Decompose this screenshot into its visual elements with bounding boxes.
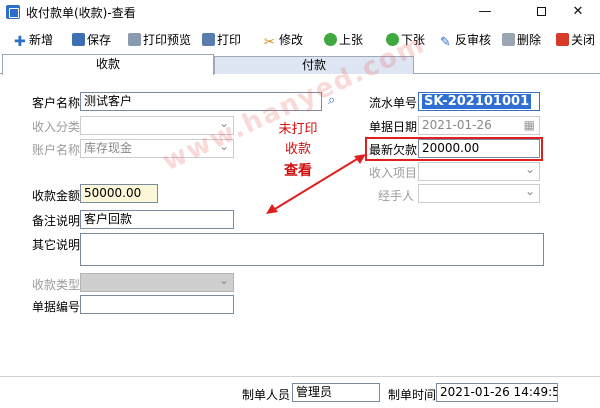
- doc-no-field[interactable]: [80, 295, 234, 314]
- delete-button[interactable]: 删除: [502, 28, 541, 52]
- prev-button[interactable]: 上张: [324, 28, 363, 52]
- doc-date-value: 2021-01-26: [422, 118, 492, 132]
- print-preview-label: 打印预览: [143, 33, 192, 47]
- close-button[interactable]: 关闭: [556, 28, 595, 52]
- receipt-type-select[interactable]: [80, 273, 234, 292]
- serial-field[interactable]: SK-202101001: [418, 92, 540, 111]
- calendar-icon[interactable]: ▦: [524, 118, 535, 133]
- income-category-label: 收入分类: [32, 120, 81, 134]
- maximize-icon: [536, 7, 546, 16]
- edit-button[interactable]: ✂ 修改: [264, 28, 303, 52]
- print-label: 打印: [217, 33, 242, 47]
- close-label: 关闭: [571, 33, 596, 47]
- unapprove-icon: ✎: [440, 35, 451, 50]
- income-item-select[interactable]: [418, 162, 540, 181]
- window-title: 收付款单(收款)-查看: [26, 6, 136, 20]
- close-icon: [556, 33, 569, 46]
- created-time-field[interactable]: 2021-01-26 14:49:56: [436, 383, 558, 402]
- new-button[interactable]: ✚ 新增: [14, 28, 53, 52]
- print-preview-icon: [128, 33, 141, 46]
- doc-date-field[interactable]: 2021-01-26 ▦: [418, 116, 540, 135]
- trash-icon: [502, 33, 515, 46]
- prev-label: 上张: [339, 33, 364, 47]
- minimize-button[interactable]: —: [462, 0, 508, 24]
- annotation-arrow-icon: [266, 154, 366, 214]
- edit-icon: ✂: [264, 35, 275, 50]
- amount-label: 收款金额: [32, 189, 81, 203]
- account-label: 账户名称: [32, 143, 81, 157]
- print-preview-button[interactable]: 打印预览: [128, 28, 191, 52]
- doc-no-label: 单据编号: [32, 300, 81, 314]
- arrow-up-icon: [324, 33, 337, 46]
- toolbar: ✚ 新增 保存 打印预览 打印 ✂ 修改 上张 下张 ✎ 反审核 删除 关闭: [0, 28, 600, 52]
- new-label: 新增: [29, 33, 54, 47]
- edit-label: 修改: [279, 33, 304, 47]
- save-label: 保存: [87, 33, 112, 47]
- amount-field[interactable]: 50000.00: [80, 184, 158, 203]
- unapprove-button[interactable]: ✎ 反审核: [440, 28, 491, 52]
- latest-debt-label: 最新欠款: [369, 143, 418, 157]
- printer-icon: [202, 33, 215, 46]
- other-label: 其它说明: [32, 238, 81, 252]
- print-button[interactable]: 打印: [202, 28, 241, 52]
- unapprove-label: 反审核: [455, 33, 492, 47]
- title-bar: 收付款单(收款)-查看 — ✕: [0, 0, 600, 24]
- close-window-button[interactable]: ✕: [556, 0, 600, 24]
- receipt-type-label: 收款类型: [32, 278, 81, 292]
- serial-label: 流水单号: [369, 96, 418, 110]
- handler-select[interactable]: [418, 184, 540, 203]
- created-time-label: 制单时间: [388, 388, 437, 402]
- income-item-label: 收入项目: [369, 166, 418, 180]
- serial-value: SK-202101001: [422, 94, 532, 109]
- other-textarea[interactable]: [80, 233, 544, 266]
- save-icon: [72, 33, 85, 46]
- handler-label: 经手人: [378, 189, 415, 203]
- tab-strip: 收款 付款: [0, 54, 600, 75]
- status-bar: 制单人员 管理员 制单时间 2021-01-26 14:49:56: [0, 376, 600, 408]
- app-icon: [6, 5, 20, 19]
- save-button[interactable]: 保存: [72, 28, 111, 52]
- tab-receive[interactable]: 收款: [2, 54, 214, 75]
- delete-label: 删除: [517, 33, 542, 47]
- creator-field[interactable]: 管理员: [292, 383, 380, 402]
- customer-label: 客户名称: [32, 96, 81, 110]
- latest-debt-field[interactable]: 20000.00: [418, 139, 540, 158]
- plus-icon: ✚: [14, 34, 26, 50]
- creator-label: 制单人员: [242, 388, 291, 402]
- doc-date-label: 单据日期: [369, 120, 418, 134]
- remark-field[interactable]: 客户回款: [80, 210, 234, 229]
- remark-label: 备注说明: [32, 214, 81, 228]
